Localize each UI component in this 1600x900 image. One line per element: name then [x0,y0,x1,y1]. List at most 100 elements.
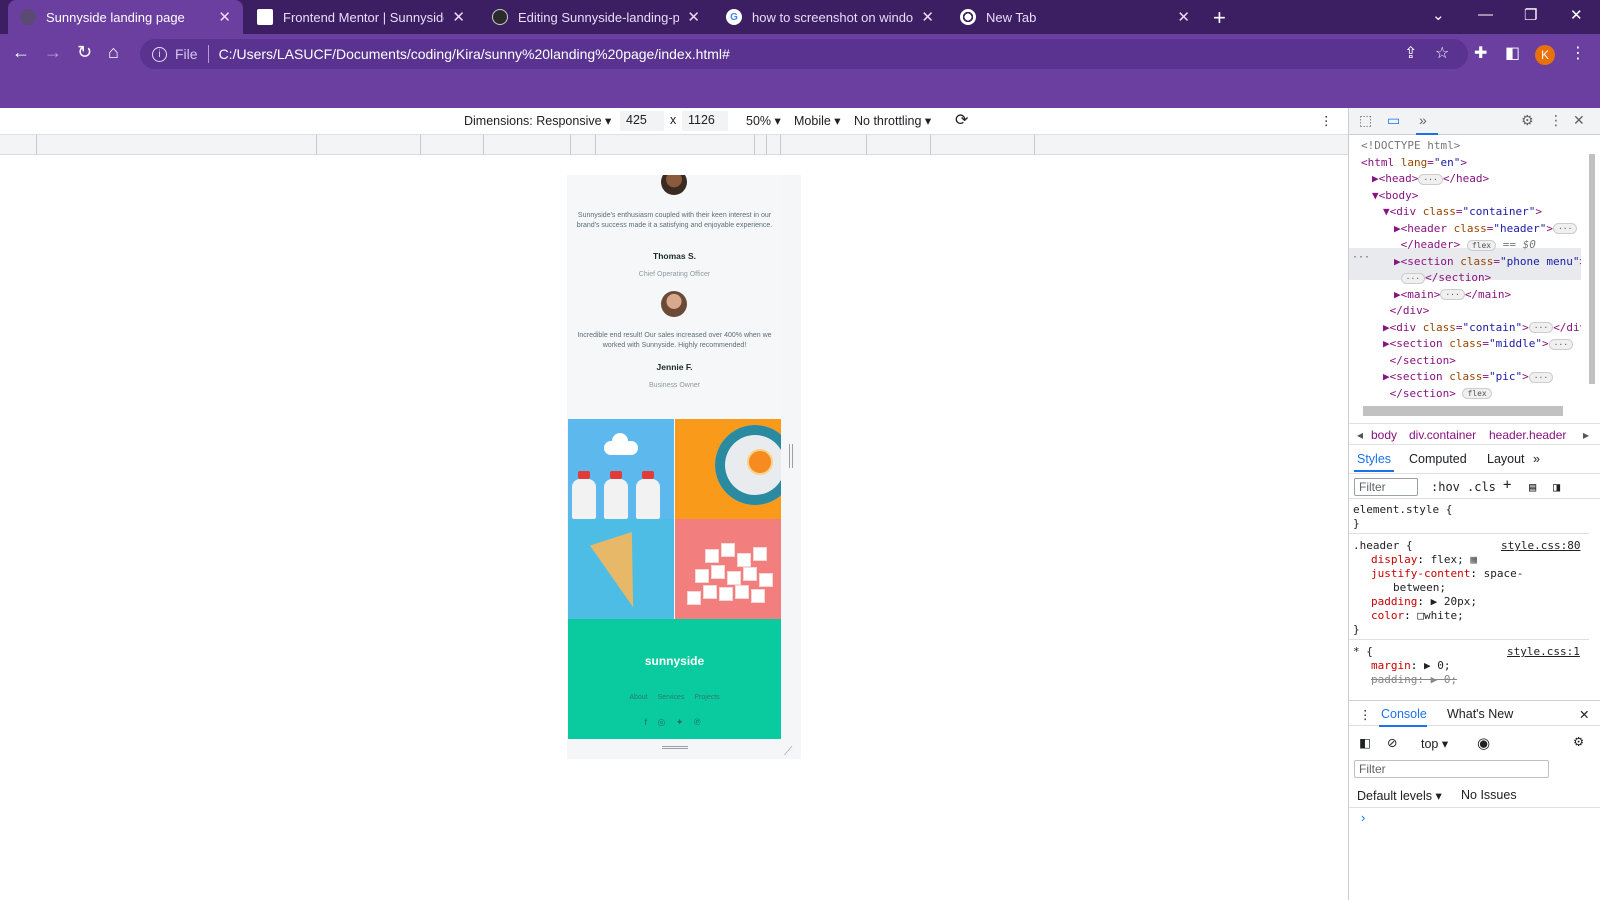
share-icon[interactable]: ⇪ [1404,43,1417,63]
breadcrumb-left-icon[interactable]: ◂ [1357,428,1363,442]
breadcrumb-header[interactable]: header.header [1489,428,1566,442]
breadcrumb-body[interactable]: body [1371,428,1397,442]
dom-node-line[interactable]: </section> flex [1383,387,1492,400]
elements-scrollbar[interactable] [1587,140,1597,398]
live-expression-eye-icon[interactable]: ◉ [1477,734,1490,752]
devtools-close-icon[interactable]: ✕ [1573,112,1585,129]
dom-node-line[interactable]: ··· </section> [1394,271,1491,284]
close-icon[interactable]: ✕ [1177,8,1190,26]
context-selector[interactable]: top ▾ [1421,736,1448,751]
device-toggle-icon[interactable]: ▭ [1387,112,1400,129]
clear-console-icon[interactable]: ⊘ [1387,735,1397,750]
back-arrow-icon[interactable]: ← [12,42,30,63]
extensions-puzzle-icon[interactable]: ✚ [1474,43,1487,63]
dom-node-line[interactable]: </header> flex == $0 [1394,238,1536,251]
dom-node-line[interactable]: ▶<section class="phone menu"> [1394,255,1581,268]
element-style-selector[interactable]: element.style { [1353,503,1452,516]
tab-computed[interactable]: Computed [1409,452,1467,466]
bookmark-star-icon[interactable]: ☆ [1435,43,1449,63]
tab-google-search[interactable]: G how to screenshot on windows 1 ✕ [714,0,946,34]
tab-styles[interactable]: Styles [1357,452,1391,466]
css-declaration-overridden[interactable]: padding: ▶ 0; [1371,673,1457,686]
dom-node-line[interactable]: <html lang="en"> [1361,156,1467,169]
devtools-menu-icon[interactable]: ⋮ [1549,112,1563,129]
tab-new-tab[interactable]: New Tab ✕ [948,0,1202,34]
media-query-ruler[interactable] [0,135,1348,155]
dom-node-line[interactable]: ▶<header class="header"> ··· [1394,222,1578,235]
restore-icon[interactable]: ❐ [1524,6,1537,24]
cls-toggle[interactable]: .cls [1467,480,1496,494]
forward-arrow-icon[interactable]: → [44,42,62,63]
home-icon[interactable]: ⌂ [108,42,119,63]
tab-sunnyside-landing-page[interactable]: Sunnyside landing page ✕ [8,0,243,34]
paint-icon[interactable]: ▤ [1529,480,1536,494]
device-type-dropdown[interactable]: Mobile ▾ [794,113,841,128]
viewport-width-input[interactable]: 425 [620,111,664,131]
right-resize-handle[interactable] [789,444,793,468]
hov-toggle[interactable]: :hov [1431,480,1460,494]
tab-console[interactable]: Console [1381,707,1427,721]
tab-search-chevron-icon[interactable]: ⌄ [1432,6,1445,24]
inspect-element-icon[interactable]: ⬚ [1359,112,1372,129]
dom-node-line[interactable]: ▶<div class="contain">···</div> [1383,321,1581,334]
tab-layout[interactable]: Layout [1487,452,1525,466]
node-ellipsis-icon[interactable]: ··· [1352,252,1370,263]
close-icon[interactable]: ✕ [452,8,465,26]
css-declaration[interactable]: justify-content: space- [1371,567,1523,580]
tab-whats-new[interactable]: What's New [1447,707,1513,721]
header-rule-source-link[interactable]: style.css:80 [1501,539,1580,552]
drawer-menu-icon[interactable]: ⋮ [1359,707,1372,722]
dom-node-line[interactable]: ▶<head> ··· </head> [1372,172,1489,185]
settings-gear-icon[interactable]: ⚙ [1521,112,1534,129]
css-declaration[interactable]: color: □white; [1371,609,1464,622]
address-bar[interactable]: i File C:/Users/LASUCF/Documents/coding/… [140,39,1468,69]
profile-avatar[interactable]: K [1535,45,1555,65]
social-icons[interactable]: f ◎ ✦ ℗ [568,717,781,728]
dom-node-line[interactable]: ▼<div class="container"> [1383,205,1542,218]
rotate-icon[interactable]: ⟳ [955,110,968,130]
url-text[interactable]: C:/Users/LASUCF/Documents/coding/Kira/su… [219,46,730,62]
close-icon[interactable]: ✕ [218,8,231,26]
dom-node-line[interactable]: </section> [1383,354,1456,367]
more-tabs-chevron-icon[interactable]: » [1419,112,1427,128]
css-declaration[interactable]: margin: ▶ 0; [1371,659,1451,672]
issues-count[interactable]: No Issues [1461,788,1517,802]
new-rule-plus-icon[interactable]: + [1503,477,1511,493]
css-declaration[interactable]: display: flex; ▦ [1371,553,1477,566]
browser-menu-icon[interactable]: ⋮ [1570,43,1586,63]
sidebar-toggle-icon[interactable]: ◨ [1553,480,1560,494]
header-rule-selector[interactable]: .header { [1353,539,1413,552]
zoom-dropdown[interactable]: 50% ▾ [746,113,781,128]
tab-frontend-mentor[interactable]: Frontend Mentor | Sunnyside ag ✕ [245,0,477,34]
corner-resize-icon[interactable]: ⟋ [784,744,792,759]
universal-rule-selector[interactable]: * { [1353,645,1373,658]
console-settings-gear-icon[interactable]: ⚙ [1573,734,1584,749]
tab-github-editing[interactable]: Editing Sunnyside-landing-page ✕ [480,0,712,34]
footer-logo[interactable]: sunnyside [568,654,781,668]
universal-rule-source-link[interactable]: style.css:1 [1507,645,1580,658]
drawer-close-icon[interactable]: ✕ [1579,707,1589,722]
css-declaration[interactable]: padding: ▶ 20px; [1371,595,1477,608]
styles-filter-input[interactable]: Filter [1354,478,1418,496]
dom-node-line[interactable]: ▶<main> ··· </main> [1394,288,1511,301]
bottom-resize-handle[interactable] [662,746,688,749]
dom-node-line[interactable]: <!DOCTYPE html> [1361,139,1460,152]
footer-link-about[interactable]: About [629,694,647,701]
new-tab-plus-icon[interactable]: + [1213,5,1226,31]
info-icon[interactable]: i [152,46,167,62]
console-sidebar-icon[interactable]: ◧ [1359,735,1371,750]
dimensions-dropdown[interactable]: Dimensions: Responsive ▾ [464,113,611,128]
throttling-dropdown[interactable]: No throttling ▾ [854,113,931,128]
close-icon[interactable]: ✕ [687,8,700,26]
window-close-icon[interactable]: ✕ [1570,6,1583,24]
more-panes-chevron-icon[interactable]: » [1533,452,1540,466]
default-levels-dropdown[interactable]: Default levels ▾ [1357,788,1442,803]
minimize-icon[interactable]: — [1478,6,1493,23]
footer-link-projects[interactable]: Projects [694,694,719,701]
dom-node-line[interactable]: ▼<body> [1372,189,1418,202]
dom-node-line[interactable]: ▶<section class="pic"> ··· [1383,370,1554,383]
breadcrumb-div-container[interactable]: div.container [1409,428,1476,442]
breadcrumb-right-icon[interactable]: ▸ [1583,428,1589,442]
elements-h-scrollbar[interactable] [1349,404,1589,416]
console-prompt-chevron-icon[interactable]: › [1361,810,1365,825]
